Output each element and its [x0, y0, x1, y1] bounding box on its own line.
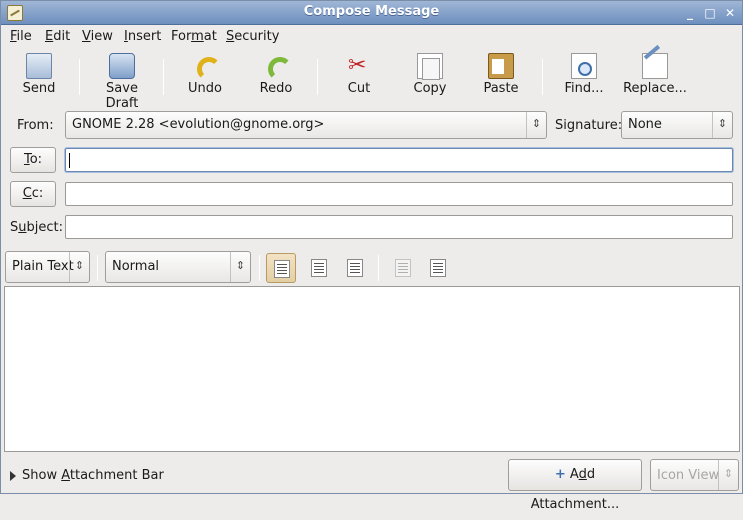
paste-button[interactable]: Paste	[471, 51, 531, 101]
menu-file[interactable]: File	[10, 29, 32, 44]
show-attachment-bar-expander[interactable]: Show Attachment Bar	[10, 468, 164, 483]
replace-button[interactable]: Replace...	[623, 51, 687, 101]
plus-icon: +	[554, 467, 566, 482]
outdent-button[interactable]	[388, 253, 418, 283]
updown-arrow-icon: ⇕	[230, 252, 250, 282]
add-attachment-button[interactable]: + Add Attachment...	[508, 459, 642, 512]
minimize-icon[interactable]: _	[681, 4, 699, 22]
undo-button[interactable]: Undo	[175, 51, 235, 101]
menu-edit[interactable]: Edit	[45, 29, 70, 44]
subject-label: Subject:	[10, 220, 64, 235]
message-body-editor[interactable]	[4, 286, 740, 452]
toolbar-separator	[317, 59, 318, 95]
format-separator	[259, 255, 260, 281]
from-account-select[interactable]: GNOME 2.28 <evolution@gnome.org> ⇕	[65, 111, 547, 139]
toolbar-separator	[542, 59, 543, 95]
compose-window: Compose Message _ □ ✕ File Edit View Ins…	[0, 0, 743, 512]
menu-format[interactable]: Format	[171, 29, 217, 44]
outdent-icon	[395, 259, 411, 277]
replace-icon	[642, 53, 668, 79]
expander-triangle-icon	[10, 470, 16, 481]
paragraph-style-select[interactable]: Normal ⇕	[105, 251, 251, 283]
copy-icon	[417, 53, 443, 80]
maximize-icon[interactable]: □	[701, 4, 719, 22]
updown-arrow-icon: ⇕	[526, 112, 546, 138]
menu-bar: File Edit View Insert Format Security	[1, 26, 742, 49]
signature-select[interactable]: None ⇕	[621, 111, 733, 139]
subject-input[interactable]	[65, 215, 733, 239]
align-right-button[interactable]	[340, 253, 370, 283]
updown-arrow-icon: ⇕	[712, 112, 732, 138]
indent-button[interactable]	[423, 253, 453, 283]
cut-button[interactable]: Cut	[329, 51, 389, 101]
menu-security[interactable]: Security	[226, 29, 279, 44]
window-title: Compose Message	[303, 4, 440, 19]
editor-mode-select[interactable]: Plain Text ⇕	[5, 251, 90, 283]
menu-view[interactable]: View	[82, 29, 113, 44]
find-icon	[571, 53, 597, 79]
indent-icon	[430, 259, 446, 277]
attachment-view-select[interactable]: Icon View ⇕	[650, 459, 739, 491]
send-icon	[26, 53, 52, 79]
cc-input[interactable]	[65, 182, 733, 206]
send-button[interactable]: Send	[9, 51, 69, 101]
toolbar-separator	[79, 59, 80, 95]
find-button[interactable]: Find...	[554, 51, 614, 101]
format-separator	[378, 255, 379, 281]
undo-icon	[192, 53, 221, 81]
redo-icon	[263, 53, 292, 81]
updown-arrow-icon: ⇕	[69, 252, 89, 282]
align-left-icon	[274, 260, 290, 278]
align-center-button[interactable]	[304, 253, 334, 283]
toolbar: Send Save Draft Undo Redo Cut Copy Paste	[1, 49, 742, 111]
scissors-icon	[346, 53, 372, 79]
format-separator	[97, 255, 98, 281]
to-button[interactable]: To:	[10, 147, 56, 173]
align-left-button[interactable]	[266, 253, 296, 283]
align-center-icon	[311, 259, 327, 277]
toolbar-separator	[163, 59, 164, 95]
cc-button[interactable]: Cc:	[10, 181, 56, 207]
from-label: From:	[17, 118, 54, 133]
signature-label: Signature:	[555, 118, 623, 133]
close-icon[interactable]: ✕	[721, 4, 739, 22]
save-draft-button[interactable]: Save Draft	[89, 51, 155, 111]
updown-arrow-icon: ⇕	[718, 460, 738, 490]
save-draft-icon	[109, 53, 135, 79]
paste-icon	[488, 53, 514, 79]
title-bar[interactable]: Compose Message _ □ ✕	[1, 1, 742, 25]
redo-button[interactable]: Redo	[246, 51, 306, 101]
text-caret	[69, 153, 70, 168]
to-input[interactable]	[65, 148, 733, 172]
align-right-icon	[347, 259, 363, 277]
copy-button[interactable]: Copy	[400, 51, 460, 101]
menu-insert[interactable]: Insert	[124, 29, 161, 44]
